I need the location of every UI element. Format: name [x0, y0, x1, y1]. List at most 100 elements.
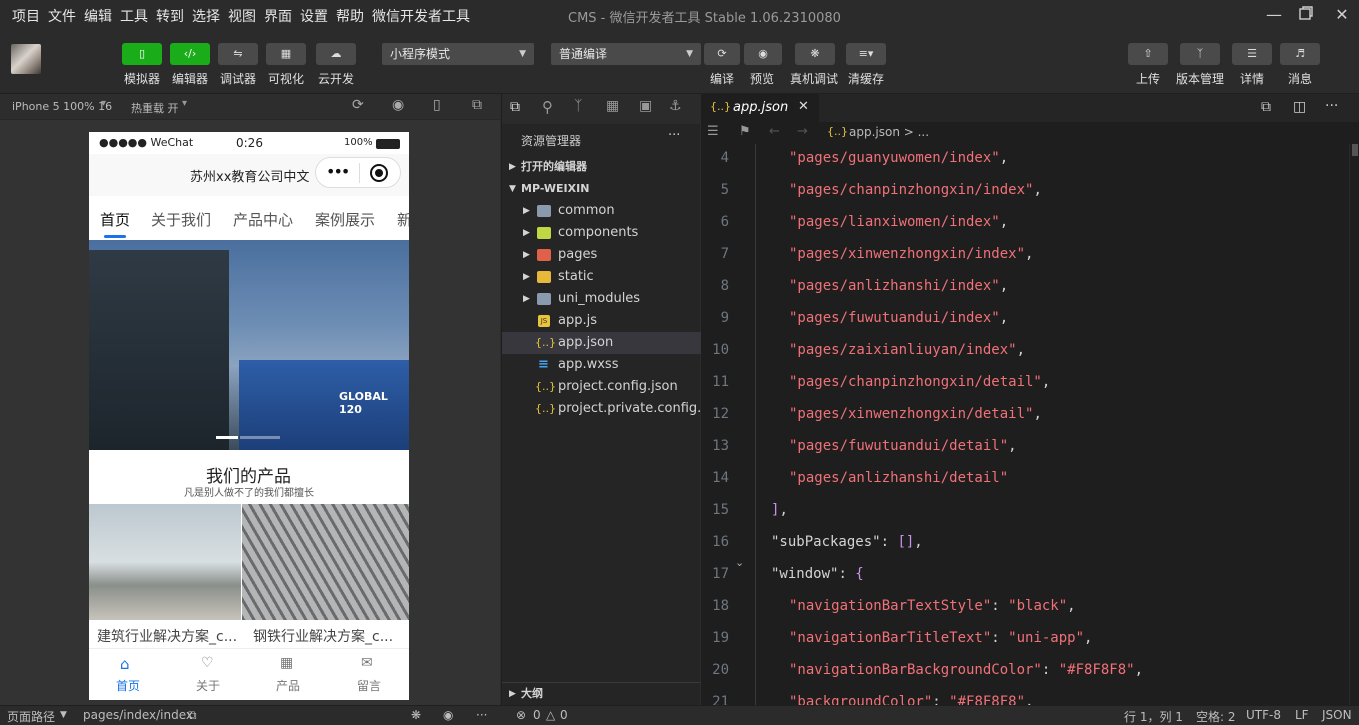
menu-tools[interactable]: 工具	[120, 6, 148, 26]
source-control-icon[interactable]: ᛉ	[574, 98, 582, 114]
home-icon[interactable]: ⌂	[120, 655, 130, 673]
tree-item-components[interactable]: ▶ components	[502, 222, 701, 244]
more-icon[interactable]: •••	[326, 162, 350, 181]
back-icon[interactable]: ←	[769, 124, 780, 139]
page-path-label[interactable]: 页面路径	[7, 708, 55, 725]
upload-button[interactable]: ⇧	[1128, 43, 1168, 65]
product-name-construction[interactable]: 建筑行业解决方案_c...	[97, 626, 237, 646]
maximize-icon[interactable]	[1294, 4, 1318, 26]
swiper-dots[interactable]	[240, 436, 280, 439]
preview-button[interactable]: ◉	[744, 43, 782, 65]
menu-project[interactable]: 项目	[12, 6, 40, 26]
menu-edit[interactable]: 编辑	[84, 6, 112, 26]
capsule-button[interactable]: •••	[315, 157, 401, 188]
breadcrumb-path[interactable]: app.json > ...	[849, 125, 929, 139]
forward-icon[interactable]: →	[797, 124, 808, 139]
open-editors-section[interactable]: ▶ 打开的编辑器	[502, 156, 701, 178]
messages-button[interactable]: ♬	[1280, 43, 1320, 65]
menu-select[interactable]: 选择	[192, 6, 220, 26]
mode-select[interactable]: 小程序模式 ▼	[382, 43, 534, 65]
tree-item-app-json[interactable]: {..} app.json	[502, 332, 701, 354]
menu-settings[interactable]: 设置	[300, 6, 328, 26]
fold-chevron-icon[interactable]: ⌄	[735, 556, 744, 569]
encoding[interactable]: UTF-8	[1246, 708, 1281, 722]
tree-item-uni-modules[interactable]: ▶ uni_modules	[502, 288, 701, 310]
simulator-button[interactable]: ▯	[122, 43, 162, 65]
tab-app-json[interactable]: {..} app.json ✕	[701, 94, 819, 122]
menu-help[interactable]: 帮助	[336, 6, 364, 26]
copy-icon[interactable]: ⧉	[188, 708, 197, 723]
more-icon[interactable]: ···	[476, 708, 487, 722]
cursor-position[interactable]: 行 1，列 1	[1124, 708, 1183, 725]
save-icon[interactable]: ▣	[639, 98, 652, 114]
heart-icon[interactable]: ♡	[201, 655, 214, 671]
tabbar-message[interactable]: 留言	[357, 677, 381, 694]
scrollbar[interactable]	[1349, 144, 1359, 705]
error-count[interactable]: 0	[533, 708, 541, 722]
tree-item-static[interactable]: ▶ static	[502, 266, 701, 288]
menu-interface[interactable]: 界面	[264, 6, 292, 26]
stop-icon[interactable]: ◉	[392, 97, 404, 113]
close-mini-program-icon[interactable]	[370, 164, 388, 182]
tree-item-project-private-config[interactable]: {..} project.private.config.js...	[502, 398, 701, 420]
tab-cases[interactable]: 案例展示	[315, 209, 375, 230]
scrollbar-thumb[interactable]	[1352, 144, 1358, 156]
minimize-icon[interactable]: —	[1262, 4, 1286, 26]
menu-view[interactable]: 视图	[228, 6, 256, 26]
tree-item-project-config[interactable]: {..} project.config.json	[502, 376, 701, 398]
clear-cache-button[interactable]: ≡▾	[846, 43, 886, 65]
root-folder[interactable]: ▼ MP-WEIXIN	[502, 178, 701, 200]
split-editor-icon[interactable]: ◫	[1293, 99, 1306, 115]
warning-count[interactable]: 0	[560, 708, 568, 722]
eye-icon[interactable]: ◉	[443, 708, 453, 722]
avatar[interactable]	[11, 44, 41, 74]
phone-icon[interactable]: ▯	[433, 97, 441, 113]
tree-item-pages[interactable]: ▶ pages	[502, 244, 701, 266]
list-icon[interactable]: ☰	[707, 124, 719, 139]
chat-icon[interactable]: ✉	[361, 655, 373, 671]
popout-icon[interactable]: ⧉	[472, 97, 482, 113]
compile-select[interactable]: 普通编译 ▼	[551, 43, 701, 65]
indent-spaces[interactable]: 空格: 2	[1196, 708, 1236, 725]
debugger-button[interactable]: ⇋	[218, 43, 258, 65]
more-icon[interactable]: ···	[1325, 98, 1338, 114]
file-icon[interactable]: ⧉	[1261, 99, 1271, 115]
tree-item-common[interactable]: ▶ common	[502, 200, 701, 222]
close-icon[interactable]: ✕	[1330, 4, 1354, 26]
tab-products[interactable]: 产品中心	[233, 209, 293, 230]
tree-item-app-js[interactable]: JS app.js	[502, 310, 701, 332]
files-icon[interactable]: ⧉	[510, 99, 520, 115]
swiper-dot-active[interactable]	[216, 436, 238, 439]
menu-wechat-devtools[interactable]: 微信开发者工具	[372, 6, 470, 26]
tabbar-products[interactable]: 产品	[276, 677, 300, 694]
end-of-line[interactable]: LF	[1295, 708, 1309, 722]
editor-button[interactable]: ‹/›	[170, 43, 210, 65]
cloud-button[interactable]: ☁	[316, 43, 356, 65]
tree-item-app-wxss[interactable]: ≡ app.wxss	[502, 354, 701, 376]
tab-home[interactable]: 首页	[100, 209, 130, 230]
outline-section[interactable]: ▶ 大纲	[502, 682, 701, 704]
device-select[interactable]: iPhone 5 100% 16	[12, 100, 112, 113]
details-button[interactable]: ☰	[1232, 43, 1272, 65]
grid-icon[interactable]: ▦	[280, 655, 293, 671]
tabbar-about[interactable]: 关于	[196, 677, 220, 694]
docker-icon[interactable]: ⚓	[669, 98, 682, 114]
refresh-icon[interactable]: ⟳	[352, 97, 364, 113]
code-area[interactable]: 4 "pages/guanyuwomen/index", 5 "pages/chanp…	[701, 144, 1349, 705]
search-icon[interactable]: ⚲	[542, 98, 553, 116]
banner-swiper[interactable]: GLOBAL 120	[89, 240, 409, 450]
close-icon[interactable]: ✕	[798, 99, 809, 114]
product-image-steel[interactable]	[242, 504, 409, 620]
version-button[interactable]: ᛉ	[1180, 43, 1220, 65]
compile-button[interactable]: ⟳	[704, 43, 740, 65]
bug-icon[interactable]: ❋	[411, 708, 421, 722]
language-mode[interactable]: JSON	[1322, 708, 1352, 722]
extensions-icon[interactable]: ▦	[606, 98, 619, 114]
menu-goto[interactable]: 转到	[156, 6, 184, 26]
tabbar-home[interactable]: 首页	[116, 677, 140, 694]
hot-reload-toggle[interactable]: 热重载 开	[131, 100, 179, 116]
product-image-construction[interactable]	[89, 504, 241, 620]
tab-news[interactable]: 新	[397, 209, 409, 230]
tab-about[interactable]: 关于我们	[151, 209, 211, 230]
remote-debug-button[interactable]: ❋	[795, 43, 835, 65]
